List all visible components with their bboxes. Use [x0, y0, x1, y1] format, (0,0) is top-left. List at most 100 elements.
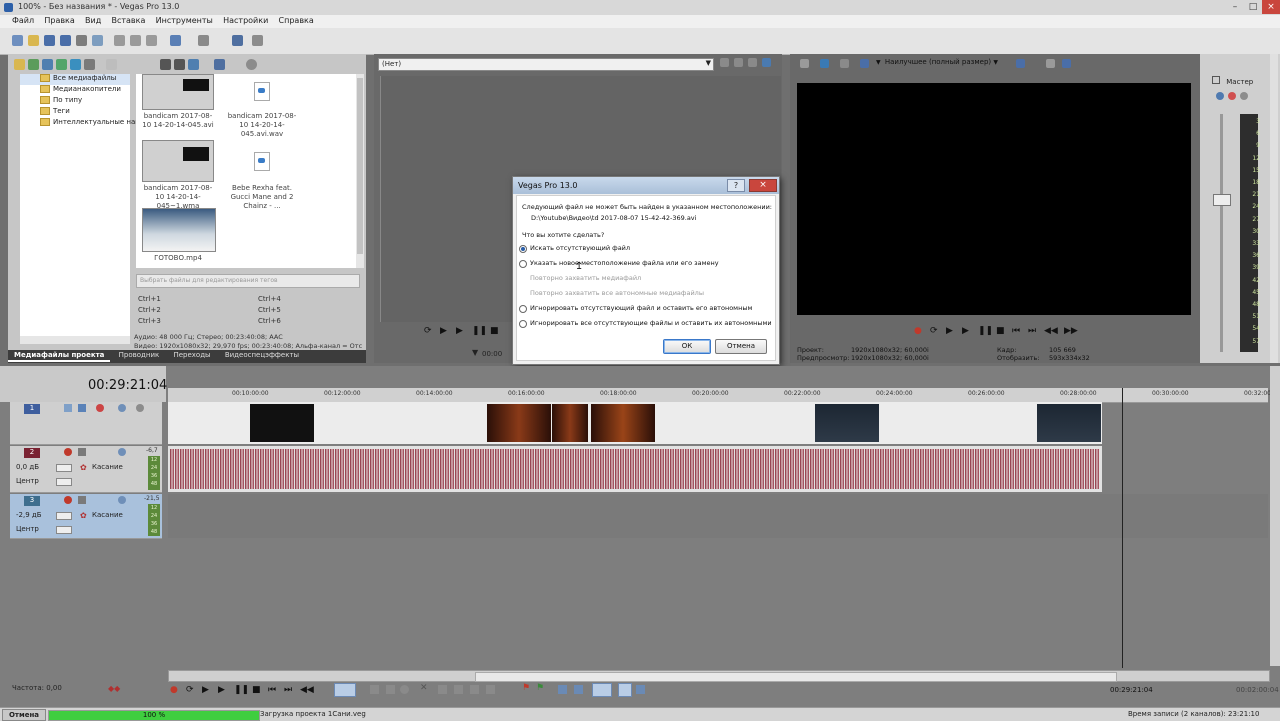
track-fx-icon[interactable]: [78, 448, 86, 456]
option-ignore-missing[interactable]: Игнорировать отсутствующий файл и остави…: [519, 304, 769, 314]
remove-icon[interactable]: [106, 59, 117, 70]
play-icon[interactable]: ▶: [440, 326, 447, 336]
volume-slider[interactable]: [56, 464, 72, 472]
views-icon[interactable]: [214, 59, 225, 70]
split-screen-icon[interactable]: [860, 59, 869, 68]
thumbnail-vscrollbar[interactable]: [356, 74, 364, 268]
menu-view[interactable]: Вид: [81, 15, 105, 25]
play-icon[interactable]: ▶: [962, 326, 969, 336]
tree-item-smart-bins[interactable]: Интеллектуальные нак: [20, 118, 140, 129]
overlays-icon[interactable]: [1016, 59, 1025, 68]
master-fx-icon[interactable]: [1216, 92, 1224, 100]
dialog-close-icon[interactable]: ×: [749, 179, 777, 192]
track-compositing-icon[interactable]: [96, 404, 104, 412]
trimmer-marker-icon[interactable]: ▼: [472, 348, 478, 357]
audio-waveform[interactable]: [170, 449, 1100, 489]
video-clip[interactable]: [552, 404, 588, 442]
trim-end-icon[interactable]: [470, 685, 479, 694]
stop-icon[interactable]: ■: [490, 326, 499, 336]
go-to-start-icon[interactable]: ⏮: [1012, 326, 1020, 336]
copy-icon[interactable]: [130, 35, 141, 46]
loop-icon[interactable]: ⟳: [930, 326, 938, 336]
tree-item-by-type[interactable]: По типу: [20, 96, 130, 107]
pause-icon[interactable]: ❚❚: [978, 326, 993, 336]
track-mute-icon[interactable]: [118, 496, 126, 504]
web-icon[interactable]: [70, 59, 81, 70]
menu-edit[interactable]: Правка: [40, 15, 78, 25]
region-icon[interactable]: ⚑: [536, 683, 544, 693]
snap-icon[interactable]: [558, 685, 567, 694]
radio-button[interactable]: [519, 320, 527, 328]
arm-record-icon[interactable]: [64, 496, 72, 504]
stop-icon[interactable]: [174, 59, 185, 70]
trimmer-tool-icon[interactable]: [734, 58, 743, 67]
media-item[interactable]: Bebe Rexha feat. Gucci Mane and 2 Chainz…: [224, 140, 300, 210]
save-as-icon[interactable]: [60, 35, 71, 46]
menu-settings[interactable]: Настройки: [219, 15, 272, 25]
master-solo-icon[interactable]: [1240, 92, 1248, 100]
video-clip[interactable]: [487, 404, 551, 442]
track-motion-icon[interactable]: [78, 404, 86, 412]
normal-edit-tool-icon[interactable]: [334, 683, 356, 697]
scroll-thumb[interactable]: [475, 672, 1117, 682]
stop-icon[interactable]: ■: [996, 326, 1005, 336]
marker-icon[interactable]: ⚑: [522, 683, 530, 693]
envelope-tool-icon[interactable]: [370, 685, 379, 694]
trimmer-tool-icon[interactable]: [720, 58, 729, 67]
autoripple-icon[interactable]: [574, 685, 583, 694]
volume-slider[interactable]: [56, 512, 72, 520]
undo-icon[interactable]: [170, 35, 181, 46]
loop-icon[interactable]: ⟳: [186, 685, 194, 695]
previous-frame-icon[interactable]: ◀◀: [1044, 326, 1058, 336]
media-item[interactable]: bandicam 2017-08-10 14-20-14-045~1.wma: [140, 140, 216, 210]
tab-video-fx[interactable]: Видеоспецэффекты: [219, 350, 305, 360]
media-item[interactable]: ГОТОВО.mp4: [140, 208, 216, 266]
video-track-lane[interactable]: [168, 402, 1102, 444]
ignore-grouping-icon[interactable]: [618, 683, 632, 697]
preview-properties-icon[interactable]: [800, 59, 809, 68]
audio-track-header-selected[interactable]: 3 -21,5 -2,9 дБ ✿ Касание Центр 12 24 36 48: [10, 494, 162, 539]
maximize-icon[interactable]: □: [1244, 0, 1262, 14]
audio-track-header[interactable]: 2 -6,7 0,0 дБ ✿ Касание Центр 12 24 36 48: [10, 446, 162, 493]
automation-icon[interactable]: ✿: [80, 511, 87, 520]
shortcut-6[interactable]: Ctrl+6: [258, 316, 281, 327]
menu-tools[interactable]: Инструменты: [152, 15, 217, 25]
paste-icon[interactable]: [146, 35, 157, 46]
playhead-line[interactable]: [1122, 388, 1123, 668]
radio-button[interactable]: [519, 305, 527, 313]
track-fx-icon[interactable]: [78, 496, 86, 504]
master-vscrollbar[interactable]: [1270, 54, 1278, 363]
external-monitor-icon[interactable]: [820, 59, 829, 68]
radio-button[interactable]: [519, 245, 527, 253]
ok-button[interactable]: ОК: [663, 339, 711, 354]
new-project-icon[interactable]: [12, 35, 23, 46]
timeline-ruler[interactable]: 00:10:00:00 00:12:00:00 00:14:00:00 00:1…: [168, 388, 1271, 403]
rate-slider-icon[interactable]: ◆◆: [108, 684, 120, 693]
redo-icon[interactable]: [198, 35, 209, 46]
tree-item-media-stores[interactable]: Медианакопители: [20, 85, 130, 96]
shortcut-4[interactable]: Ctrl+4: [258, 294, 281, 305]
go-to-start-icon[interactable]: ⏮: [268, 685, 276, 695]
selection-tool-icon[interactable]: [386, 685, 395, 694]
preview-quality-select[interactable]: ▼ Наилучшее (полный размер) ▼: [876, 58, 1000, 69]
tree-item-tags[interactable]: Теги: [20, 107, 130, 118]
go-to-end-icon[interactable]: ⏭: [1028, 326, 1036, 336]
render-icon[interactable]: [76, 35, 87, 46]
open-icon[interactable]: [28, 35, 39, 46]
shortcut-5[interactable]: Ctrl+5: [258, 305, 281, 316]
capture-icon[interactable]: [28, 59, 39, 70]
tree-hscrollbar[interactable]: [20, 336, 130, 344]
save-icon[interactable]: [44, 35, 55, 46]
trimmer-select[interactable]: (Нет) ▼: [378, 58, 714, 71]
next-frame-icon[interactable]: ▶▶: [1064, 326, 1078, 336]
media-item[interactable]: bandicam 2017-08-10 14-20-14-045.avi: [140, 74, 216, 136]
timeline-vscrollbar[interactable]: [1270, 366, 1280, 666]
track-solo-icon[interactable]: [136, 404, 144, 412]
tab-explorer[interactable]: Проводник: [113, 350, 166, 360]
cut-icon[interactable]: [114, 35, 125, 46]
automation-mode[interactable]: Касание: [92, 463, 123, 471]
save-snapshot-icon[interactable]: [1062, 59, 1071, 68]
pan-slider[interactable]: [56, 478, 72, 486]
status-cancel-button[interactable]: Отмена: [2, 709, 46, 721]
media-item[interactable]: bandicam 2017-08-10 14-20-14-045.avi.wav: [224, 74, 300, 138]
